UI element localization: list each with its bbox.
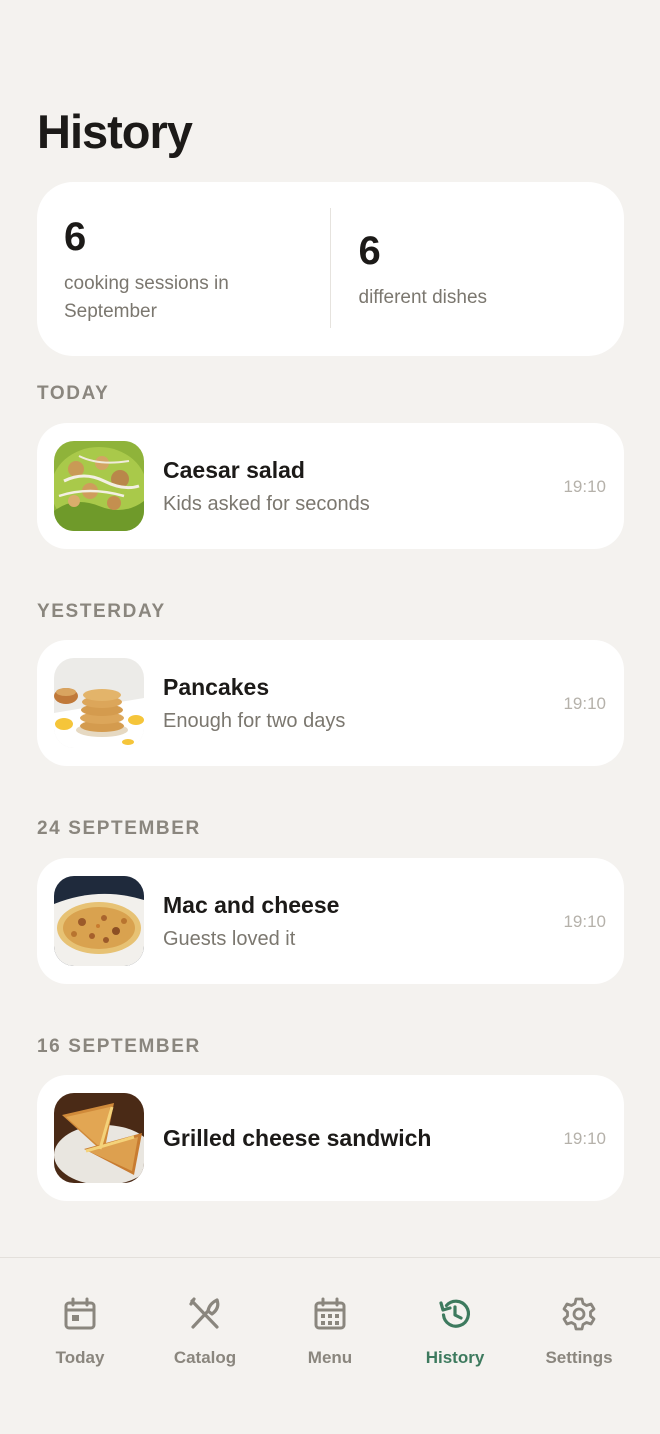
history-screen: History 6 cooking sessions in September … (0, 0, 660, 1434)
nav-label: Settings (545, 1348, 613, 1367)
entry-note: Guests loved it (163, 928, 296, 950)
page-title: History (37, 105, 193, 158)
pancakes-photo (54, 658, 144, 748)
nav-item-menu[interactable]: Menu (275, 1296, 385, 1368)
entry-title: Caesar salad (163, 457, 305, 483)
entry-time: 19:10 (563, 477, 606, 496)
bottom-nav: Today Catalog Menu History Settings (0, 1257, 660, 1434)
stat-sessions: 6 cooking sessions in September (37, 182, 330, 356)
history-entry-mac-and-cheese[interactable]: Mac and cheese Guests loved it 19:10 (37, 858, 624, 984)
stats-card: 6 cooking sessions in September 6 differ… (37, 182, 624, 356)
stat-sessions-value: 6 (64, 215, 87, 259)
history-entry-grilled-cheese[interactable]: Grilled cheese sandwich 19:10 (37, 1075, 624, 1201)
nav-item-settings[interactable]: Settings (524, 1296, 634, 1368)
nav-item-today[interactable]: Today (25, 1296, 135, 1368)
history-entry-pancakes[interactable]: Pancakes Enough for two days 19:10 (37, 640, 624, 766)
entry-note: Enough for two days (163, 710, 346, 732)
nav-label: Today (55, 1348, 105, 1367)
entry-time: 19:10 (563, 694, 606, 713)
entry-title: Grilled cheese sandwich (163, 1125, 432, 1151)
utensils-icon (187, 1296, 223, 1332)
stat-dishes-value: 6 (358, 229, 381, 273)
stat-dishes-label: different dishes (358, 287, 488, 308)
mac-and-cheese-photo (54, 876, 144, 966)
entry-note: Kids asked for seconds (163, 493, 370, 515)
nav-item-history[interactable]: History (400, 1296, 510, 1368)
nav-label: History (425, 1348, 485, 1367)
calendar-day-icon (62, 1296, 98, 1332)
caesar-salad-photo (54, 441, 144, 531)
gear-icon (561, 1296, 597, 1332)
history-entry-caesar-salad[interactable]: Caesar salad Kids asked for seconds 19:1… (37, 423, 624, 549)
section-header-yesterday: YESTERDAY (37, 601, 166, 622)
grilled-cheese-photo (54, 1093, 144, 1183)
history-icon (437, 1296, 473, 1332)
stat-dishes: 6 different dishes (331, 182, 625, 356)
calendar-grid-icon (312, 1296, 348, 1332)
entry-time: 19:10 (563, 1129, 606, 1148)
section-header-16-september: 16 SEPTEMBER (37, 1036, 201, 1057)
stat-sessions-label: cooking sessions in September (64, 273, 229, 322)
entry-title: Mac and cheese (163, 892, 340, 918)
entry-title: Pancakes (163, 674, 270, 700)
section-header-today: TODAY (37, 383, 110, 404)
nav-label: Menu (307, 1348, 353, 1367)
section-header-24-september: 24 SEPTEMBER (37, 818, 201, 839)
nav-label: Catalog (173, 1348, 237, 1367)
entry-time: 19:10 (563, 912, 606, 931)
nav-item-catalog[interactable]: Catalog (150, 1296, 260, 1368)
